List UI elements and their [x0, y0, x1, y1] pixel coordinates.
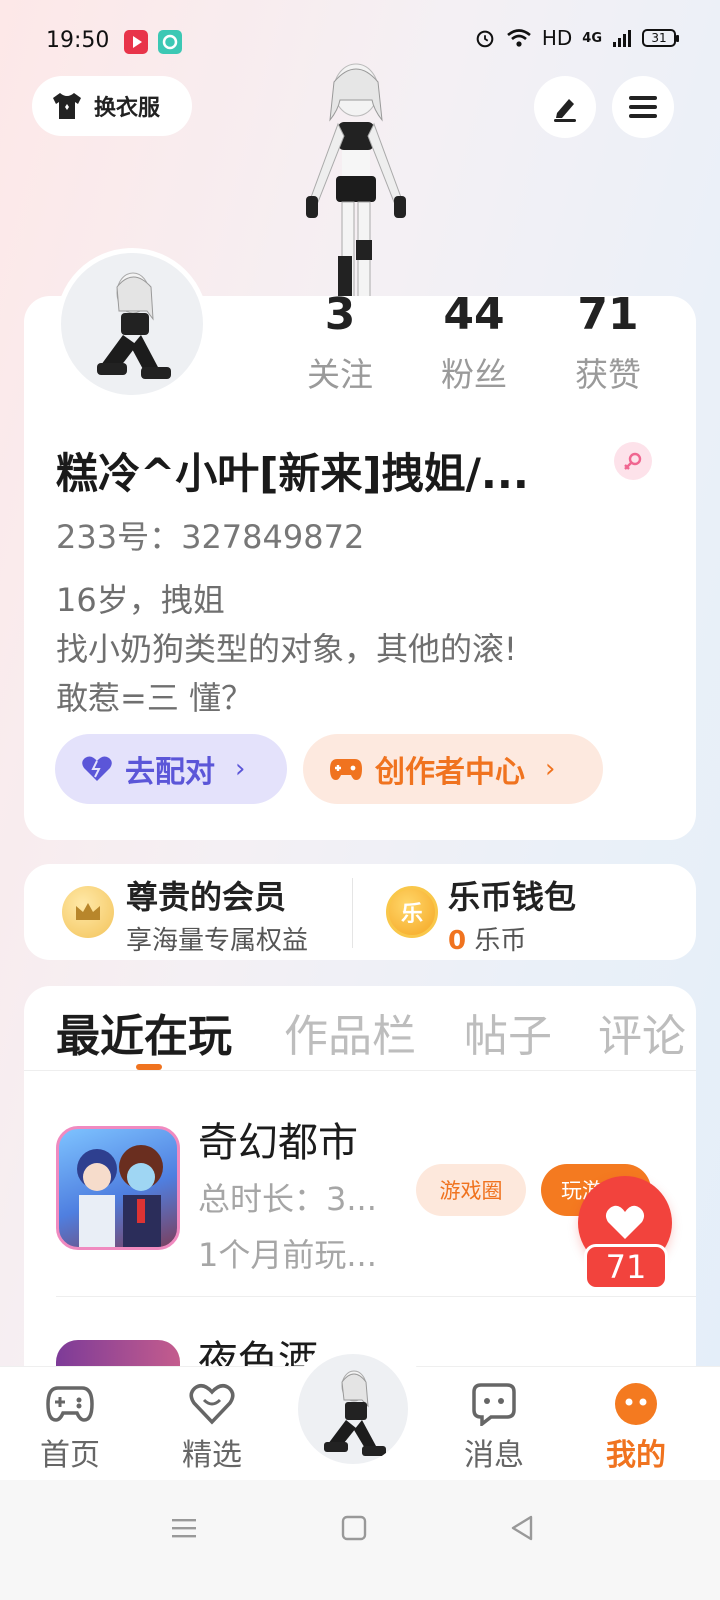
stat-following[interactable]: 3 关注 — [280, 290, 400, 396]
coin-icon: 乐 — [386, 886, 438, 938]
wallet-entry[interactable]: 乐币钱包 0 乐币 — [448, 872, 576, 957]
wallet-unit: 乐币 — [474, 926, 527, 956]
benefits-card — [24, 864, 696, 960]
change-outfit-button[interactable]: 换衣服 — [32, 76, 192, 136]
fans-label: 粉丝 — [441, 355, 507, 394]
pair-label: 去配对 — [125, 755, 215, 790]
profile-icon — [611, 1380, 661, 1428]
chevron-right-icon: › — [235, 754, 246, 784]
shirt-icon — [53, 93, 81, 119]
like-count-badge: 71 — [584, 1244, 668, 1290]
menu-icon — [172, 1519, 196, 1538]
signal-icon — [613, 30, 631, 47]
tab-works[interactable]: 作品栏 — [284, 1000, 416, 1064]
wallet-title: 乐币钱包 — [448, 878, 577, 916]
avatar[interactable] — [56, 248, 208, 400]
alarm-icon — [476, 30, 494, 48]
female-gender-icon — [614, 442, 652, 480]
pair-button[interactable]: 去配对 › — [55, 734, 287, 804]
bio: 16岁，拽姐 找小奶狗类型的对象，其他的滚! 敢惹=三 懂？ — [56, 576, 517, 723]
vip-subtitle: 享海量专属权益 — [126, 926, 309, 956]
divider — [352, 878, 353, 948]
network-label: HD — [541, 26, 573, 50]
creator-center-button[interactable]: 创作者中心 › — [303, 734, 603, 804]
nav-messages[interactable]: 消息 — [444, 1380, 544, 1474]
bio-line: 找小奶狗类型的对象，其他的滚! — [56, 630, 517, 668]
signal-label: 4G — [582, 30, 602, 46]
username: 糕冷^小叶[新来]拽姐/... — [56, 449, 529, 498]
status-time: 19:50 — [46, 28, 110, 53]
following-label: 关注 — [307, 355, 373, 394]
vip-title: 尊贵的会员 — [126, 878, 287, 916]
likes-label: 获赞 — [575, 355, 641, 394]
gamepad-icon — [45, 1380, 95, 1428]
game-icon[interactable] — [56, 1126, 180, 1250]
divider — [56, 1296, 696, 1297]
nav-home[interactable]: 首页 — [20, 1380, 120, 1474]
tab-comments[interactable]: 评论 — [598, 1000, 696, 1064]
user-id: 233号：327849872 — [56, 518, 365, 556]
nav-label: 消息 — [464, 1438, 524, 1473]
back-triangle-icon — [511, 1515, 533, 1541]
bio-line: 敢惹=三 懂？ — [56, 679, 253, 717]
character-figure[interactable] — [286, 60, 426, 301]
home-button[interactable] — [336, 1510, 372, 1546]
square-icon — [341, 1515, 367, 1541]
game-circle-button[interactable]: 游戏圈 — [416, 1164, 526, 1216]
crown-icon — [62, 886, 114, 938]
chat-app-icon — [158, 30, 182, 54]
gamepad-icon — [330, 759, 362, 780]
menu-icon — [629, 96, 657, 118]
edit-profile-button[interactable] — [534, 76, 596, 138]
nav-profile[interactable]: 我的 — [586, 1380, 686, 1474]
avatar[interactable] — [298, 1354, 408, 1464]
heart-icon — [605, 1205, 645, 1239]
stat-fans[interactable]: 44 粉丝 — [414, 290, 534, 396]
battery-icon: 31 — [642, 29, 679, 47]
following-count: 3 — [324, 289, 356, 340]
recent-apps-button[interactable] — [166, 1510, 202, 1546]
menu-button[interactable] — [612, 76, 674, 138]
divider — [24, 1070, 696, 1071]
back-button[interactable] — [504, 1510, 540, 1546]
heart-icon — [82, 756, 112, 781]
nav-label: 精选 — [182, 1438, 242, 1473]
likes-count: 71 — [577, 289, 639, 340]
game-last-played: 1个月前玩... — [198, 1236, 377, 1274]
chevron-right-icon: › — [545, 754, 556, 784]
creator-center-label: 创作者中心 — [375, 755, 525, 790]
chat-icon — [469, 1380, 519, 1428]
video-app-icon — [124, 30, 148, 54]
game-title[interactable]: 奇幻都市 — [198, 1110, 358, 1168]
bio-line: 16岁，拽姐 — [56, 581, 225, 619]
change-outfit-label: 换衣服 — [94, 96, 161, 121]
game-duration: 总时长：3... — [198, 1180, 377, 1218]
pen-icon — [554, 99, 576, 122]
nav-featured[interactable]: 精选 — [162, 1380, 262, 1474]
stat-likes[interactable]: 71 获赞 — [548, 290, 668, 396]
status-indicators: HD 4G 31 — [474, 26, 679, 50]
wallet-amount: 0 — [448, 926, 467, 956]
vip-entry[interactable]: 尊贵的会员 享海量专属权益 — [126, 872, 308, 957]
wallet-balance: 0 乐币 — [448, 920, 576, 957]
fans-count: 44 — [443, 289, 505, 340]
tab-recent[interactable]: 最近在玩 — [56, 1000, 232, 1064]
nav-label: 首页 — [40, 1438, 100, 1473]
tab-posts[interactable]: 帖子 — [464, 1000, 552, 1064]
heart-badge-icon — [187, 1380, 237, 1428]
nav-label: 我的 — [606, 1438, 666, 1473]
wifi-icon — [507, 29, 531, 47]
